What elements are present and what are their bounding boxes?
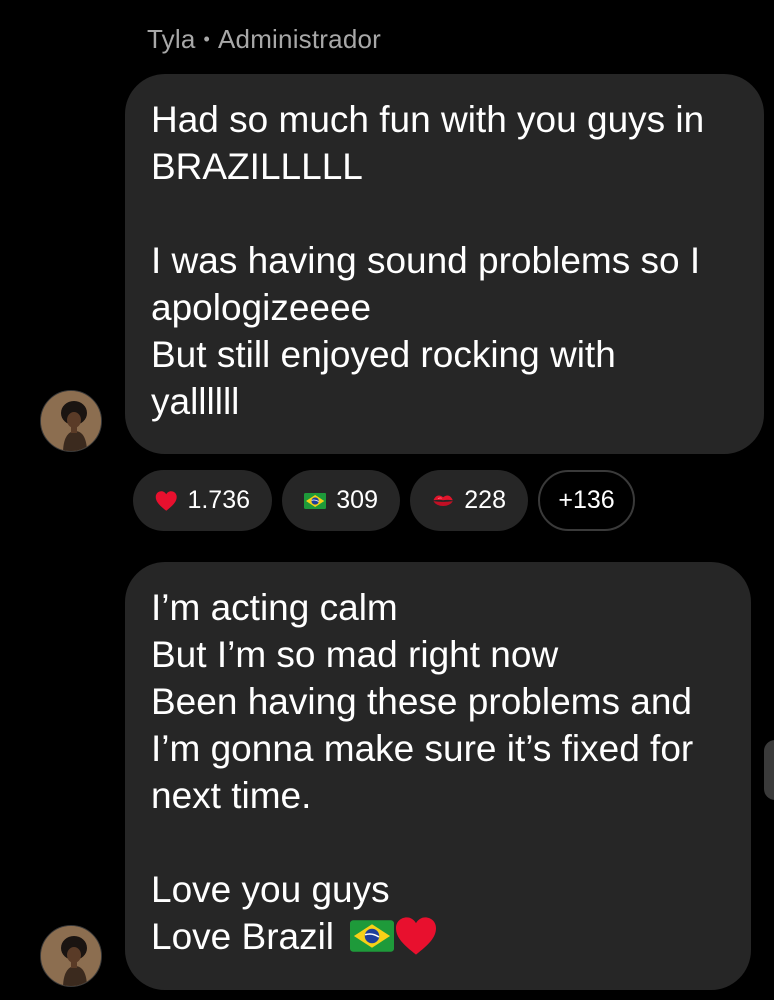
reaction-chip-kiss[interactable]: 228: [410, 470, 528, 531]
message-line-with-emoji: Love Brazil: [151, 913, 723, 960]
brazil-flag-icon: [304, 492, 327, 509]
more-reactions-chip[interactable]: +136: [538, 470, 635, 531]
reaction-count: +136: [558, 486, 615, 514]
message-line: BRAZILLLLL: [151, 146, 363, 187]
message-line: Been having these problems and: [151, 681, 692, 722]
message-line: [151, 819, 723, 866]
reaction-chip-heart[interactable]: 1.736: [133, 470, 272, 531]
reaction-count: 228: [464, 486, 506, 514]
reactions-bar: 1.736 309 228 +136: [133, 470, 635, 531]
avatar-photo-icon: [41, 926, 101, 986]
message-line: But I’m so mad right now: [151, 634, 559, 675]
message-line: Love you guys: [151, 869, 390, 910]
red-heart-icon: [155, 490, 177, 511]
message-line: next time.: [151, 775, 312, 816]
red-heart-icon: [396, 917, 437, 955]
message-line: I’m gonna make sure it’s fixed for: [151, 728, 694, 769]
separator-dot: •: [203, 29, 210, 49]
message-line: apologizeeee: [151, 287, 372, 328]
message-line: I’m acting calm: [151, 587, 398, 628]
reaction-count: 1.736: [187, 486, 250, 514]
scroll-handle[interactable]: [764, 740, 774, 800]
reaction-chip-flag[interactable]: 309: [282, 470, 400, 531]
sender-header: Tyla • Administrador: [147, 24, 381, 55]
sender-name[interactable]: Tyla: [147, 24, 195, 55]
chat-screen: Tyla • Administrador Had so much fun wit…: [0, 0, 774, 1000]
kiss-mark-icon: [433, 495, 453, 506]
avatar-photo-icon: [41, 391, 101, 451]
sender-avatar[interactable]: [40, 925, 102, 987]
sender-avatar[interactable]: [40, 390, 102, 452]
message-line: I was having sound problems so I: [151, 240, 701, 281]
message-bubble[interactable]: Had so much fun with you guys in BRAZILL…: [125, 74, 764, 454]
message-line: [151, 190, 736, 237]
message-bubble[interactable]: I’m acting calm But I’m so mad right now…: [125, 562, 751, 990]
message-line: Had so much fun with you guys in: [151, 99, 705, 140]
sender-role: Administrador: [218, 24, 381, 54]
reaction-count: 309: [336, 486, 378, 514]
message-line: yallllll: [151, 381, 240, 422]
message-text: Love Brazil: [151, 916, 335, 957]
message-line: But still enjoyed rocking with: [151, 334, 616, 375]
brazil-flag-icon: [350, 920, 395, 952]
